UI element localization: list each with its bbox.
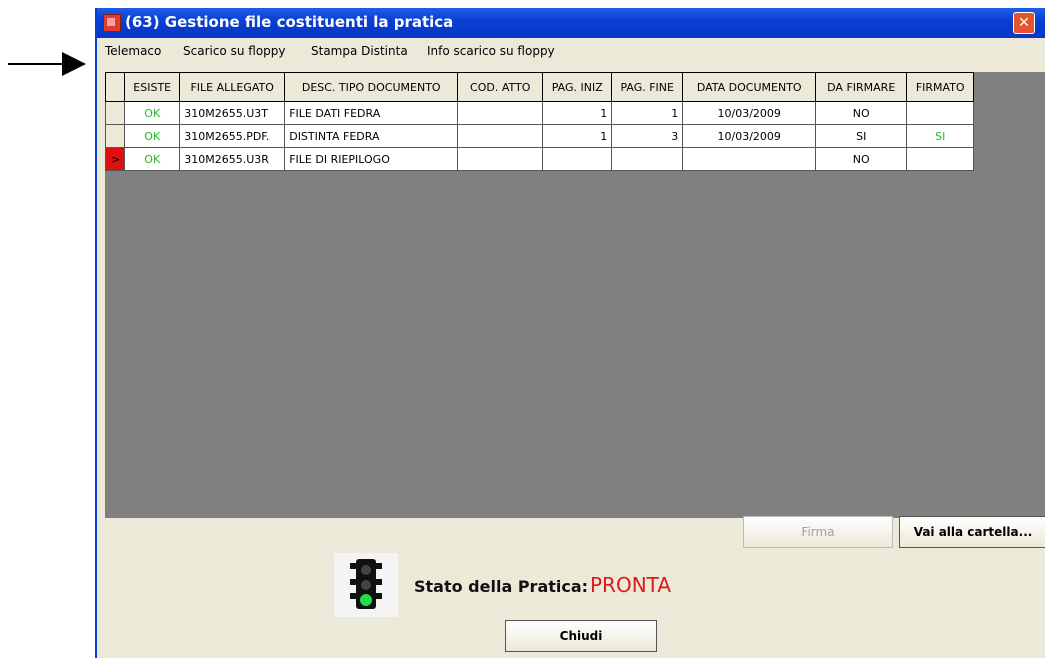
cell-pag-iniz[interactable]: 1 (542, 101, 613, 125)
data-grid[interactable]: ESISTE FILE ALLEGATO DESC. TIPO DOCUMENT… (104, 72, 1045, 518)
traffic-light-green-icon (334, 553, 398, 617)
row-indicator[interactable] (104, 101, 126, 125)
cell-data[interactable] (682, 147, 817, 171)
menu-telemaco[interactable]: Telemaco (105, 44, 161, 58)
table-row[interactable]: OK 310M2655.PDF. DISTINTA FEDRA 1 3 10/0… (104, 124, 975, 148)
column-header[interactable]: PAG. INIZ (542, 72, 613, 102)
cell-file[interactable]: 310M2655.U3T (179, 101, 286, 125)
status-label: Stato della Pratica: (414, 577, 589, 596)
cell-file[interactable]: 310M2655.U3R (179, 147, 286, 171)
cell-data[interactable]: 10/03/2009 (682, 101, 817, 125)
cell-firmato[interactable] (906, 147, 975, 171)
menu-scarico-floppy[interactable]: Scarico su floppy (183, 44, 286, 58)
column-header[interactable]: FIRMATO (906, 72, 975, 102)
cell-cod-atto[interactable] (457, 124, 544, 148)
table-row[interactable]: OK 310M2655.U3R FILE DI RIEPILOGO NO (104, 147, 975, 171)
chiudi-button[interactable]: Chiudi (505, 620, 657, 652)
cell-cod-atto[interactable] (457, 147, 544, 171)
row-indicator[interactable] (104, 124, 126, 148)
menu-info-scarico[interactable]: Info scarico su floppy (427, 44, 555, 58)
cell-pag-fine[interactable]: 3 (611, 124, 684, 148)
dialog-window: (63) Gestione file costituenti la pratic… (95, 8, 1045, 658)
column-header[interactable]: FILE ALLEGATO (179, 72, 286, 102)
pointer-arrow-icon (8, 52, 86, 76)
cell-desc[interactable]: DISTINTA FEDRA (284, 124, 459, 148)
menu-stampa-distinta[interactable]: Stampa Distinta (311, 44, 408, 58)
cell-desc[interactable]: FILE DATI FEDRA (284, 101, 459, 125)
firma-button[interactable]: Firma (743, 516, 893, 548)
vai-alla-cartella-button[interactable]: Vai alla cartella... (899, 516, 1045, 548)
cell-pag-iniz[interactable] (542, 147, 613, 171)
cell-da-firmare[interactable]: NO (815, 147, 908, 171)
status-value: PRONTA (590, 573, 672, 597)
cell-esiste[interactable]: OK (124, 147, 181, 171)
column-header[interactable]: ESISTE (124, 72, 181, 102)
column-header[interactable]: DA FIRMARE (815, 72, 908, 102)
cell-da-firmare[interactable]: NO (815, 101, 908, 125)
cell-pag-iniz[interactable]: 1 (542, 124, 613, 148)
cell-cod-atto[interactable] (457, 101, 544, 125)
cell-firmato[interactable] (906, 101, 975, 125)
app-icon (103, 14, 121, 32)
cell-pag-fine[interactable] (611, 147, 684, 171)
column-header[interactable]: DESC. TIPO DOCUMENTO (284, 72, 459, 102)
menu-bar: Telemaco Scarico su floppy Stampa Distin… (97, 40, 1045, 62)
cell-esiste[interactable]: OK (124, 101, 181, 125)
cell-file[interactable]: 310M2655.PDF. (179, 124, 286, 148)
column-header[interactable]: DATA DOCUMENTO (682, 72, 817, 102)
row-indicator-current[interactable] (104, 147, 126, 171)
window-title: (63) Gestione file costituenti la pratic… (125, 13, 454, 31)
cell-da-firmare[interactable]: SI (815, 124, 908, 148)
cell-pag-fine[interactable]: 1 (611, 101, 684, 125)
table-header: ESISTE FILE ALLEGATO DESC. TIPO DOCUMENT… (104, 72, 975, 102)
cell-data[interactable]: 10/03/2009 (682, 124, 817, 148)
cell-firmato[interactable]: SI (906, 124, 975, 148)
title-bar: (63) Gestione file costituenti la pratic… (97, 8, 1045, 38)
close-button[interactable]: ✕ (1013, 12, 1035, 34)
cell-esiste[interactable]: OK (124, 124, 181, 148)
column-header[interactable]: PAG. FINE (611, 72, 684, 102)
table-row[interactable]: OK 310M2655.U3T FILE DATI FEDRA 1 1 10/0… (104, 101, 975, 125)
files-table: ESISTE FILE ALLEGATO DESC. TIPO DOCUMENT… (104, 72, 975, 171)
column-header[interactable]: COD. ATTO (457, 72, 544, 102)
row-indicator-header (104, 72, 126, 102)
cell-desc[interactable]: FILE DI RIEPILOGO (284, 147, 459, 171)
